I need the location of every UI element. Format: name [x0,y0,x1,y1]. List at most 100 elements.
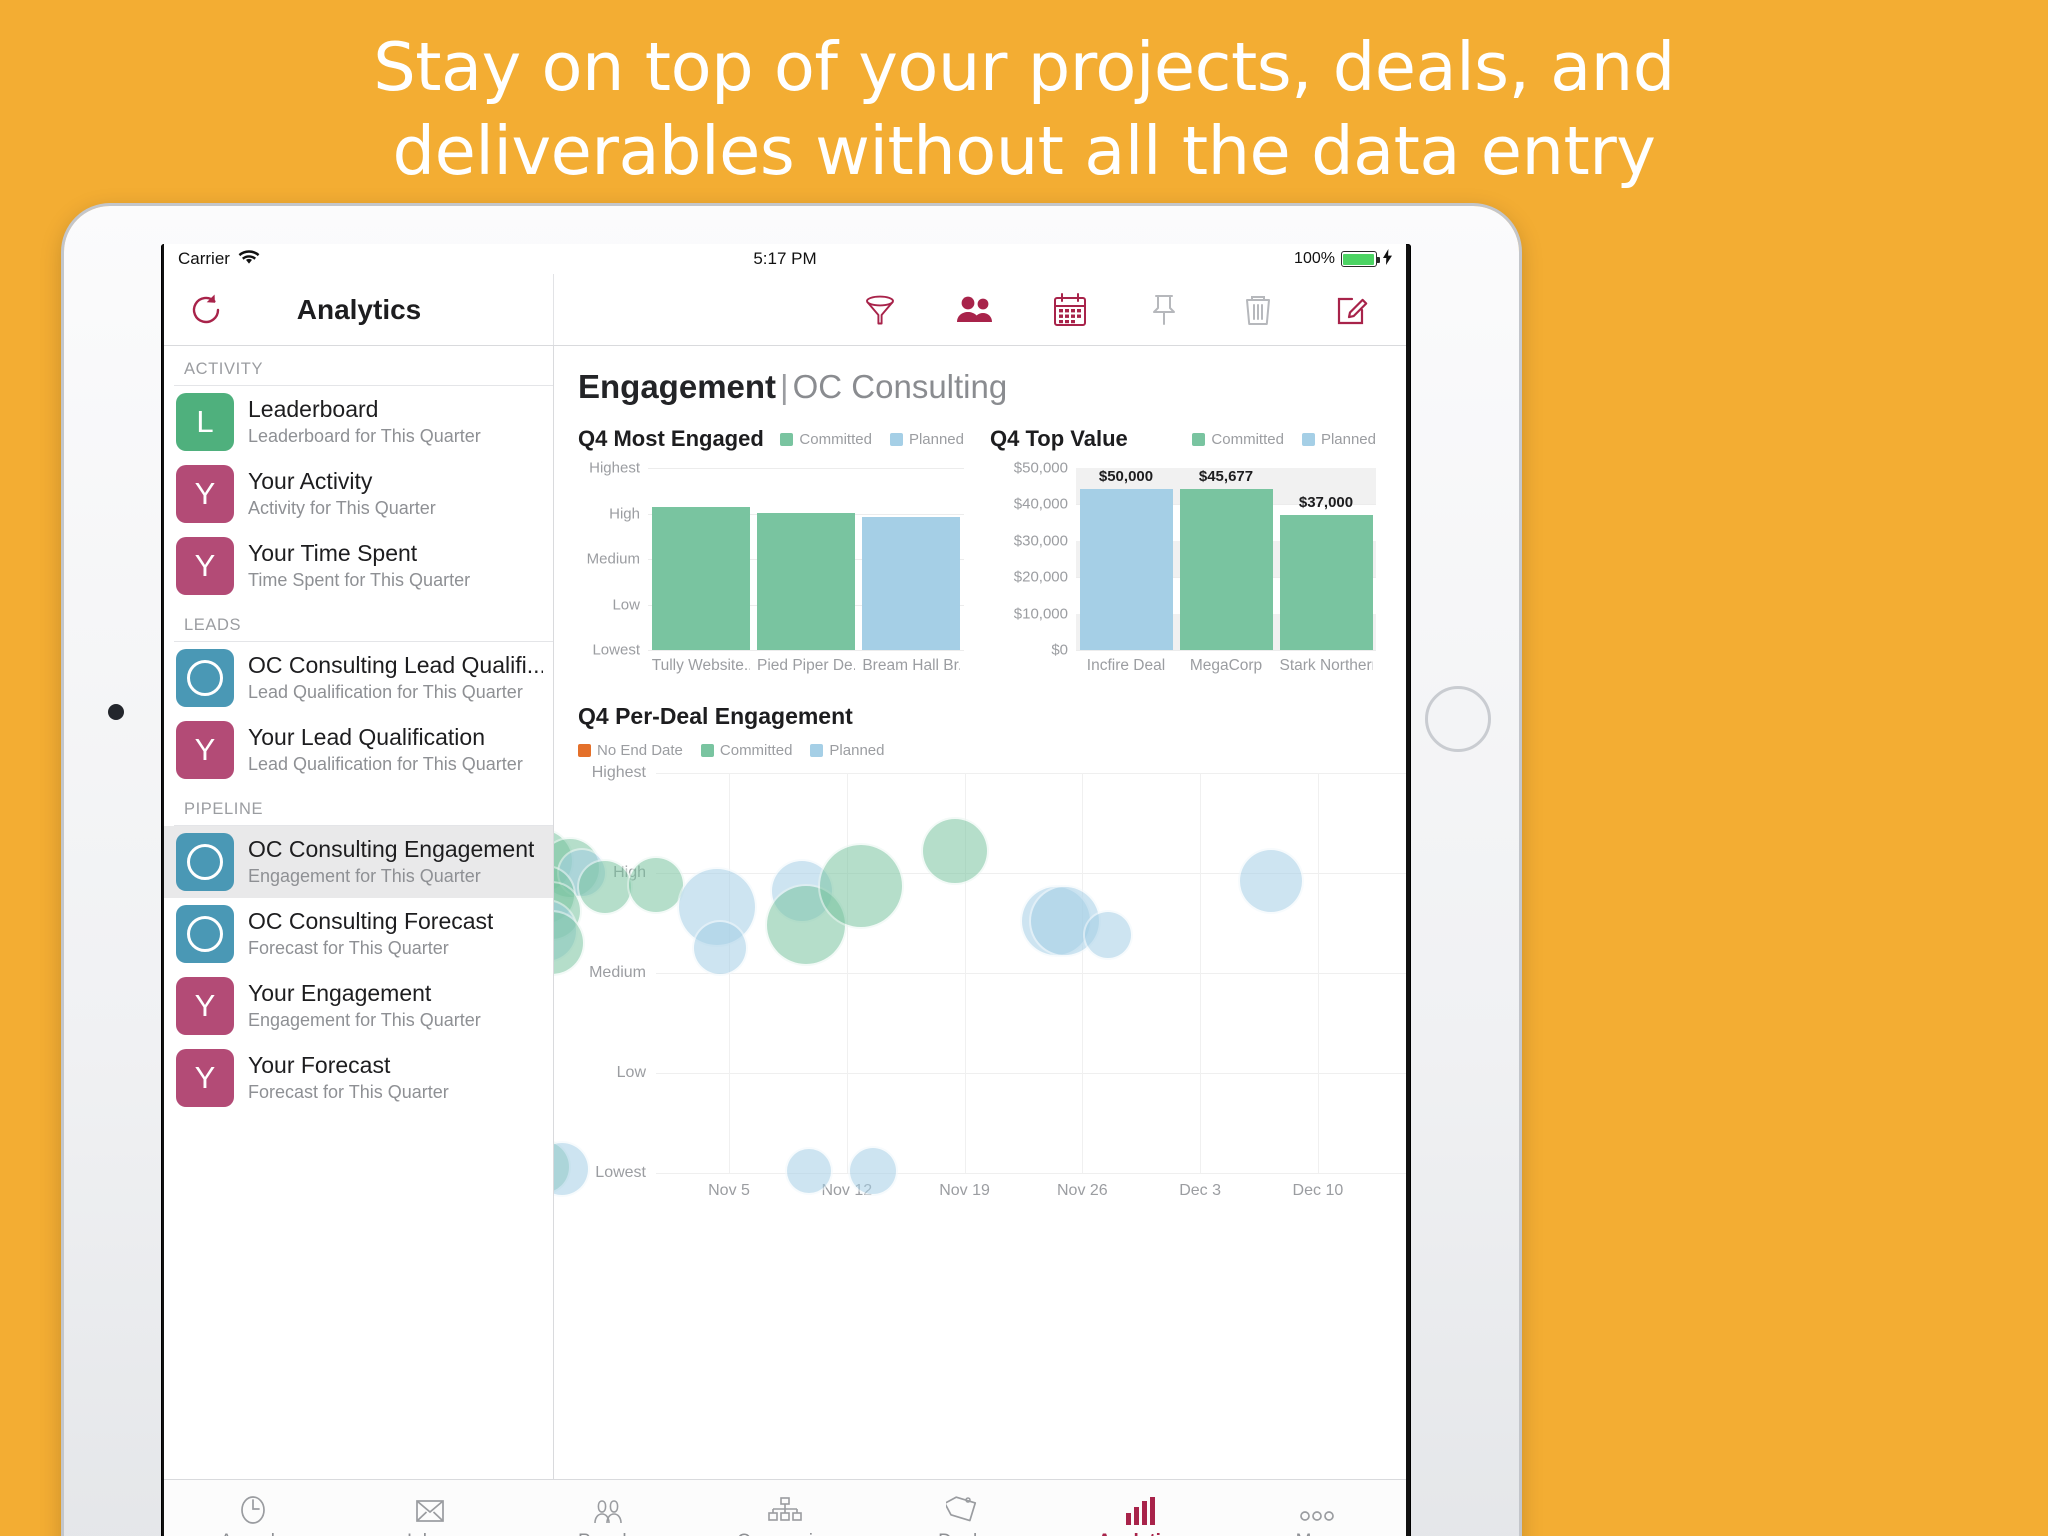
tab-companies[interactable]: Companies [696,1494,873,1536]
battery-icon [1340,251,1380,267]
ellipsis-icon [1298,1494,1336,1526]
tab-bar[interactable]: Agenda Inbox People Companies Deals Analytics… [164,1479,1406,1536]
clock-icon [236,1494,270,1526]
grid-line [1200,773,1202,1173]
app-screen: Carrier 5:17 PM 100% Analytics ACTIVITY … [164,244,1406,1536]
grid-line [656,1173,1406,1174]
bubble-point[interactable] [1237,848,1304,914]
bubble-plot: HighestHighMediumLowLowestNov 5Nov 12Nov… [554,764,1406,1199]
bubble-point[interactable] [1083,910,1134,960]
sidebar-item-label: OC Consulting Lead Qualifi... [248,652,543,679]
sidebar-item-your-engagement[interactable]: Y Your Engagement Engagement for This Quar… [164,970,553,1042]
bubble-point[interactable] [817,843,904,929]
chart-title: Q4 Per-Deal Engagement [578,703,853,729]
battery-percent-label: 100% [1294,250,1335,267]
sidebar-item-label: OC Consulting Engagement [248,836,535,863]
bar-column[interactable] [651,468,750,650]
y-axis-tick-label: Low [616,1064,646,1081]
trash-icon[interactable] [1238,290,1278,330]
legend-label: Committed [799,430,872,448]
bar-column[interactable] [757,468,855,650]
tab-analytics[interactable]: Analytics [1051,1494,1228,1536]
sidebar-item-subtitle: Lead Qualification for This Quarter [248,754,523,775]
x-axis-tick-label: Dec 3 [1179,1182,1222,1199]
people-icon[interactable] [954,290,996,330]
home-button[interactable] [1425,686,1491,752]
tab-people[interactable]: People [519,1494,696,1536]
sidebar-item-badge: L [176,393,234,451]
bubble-point[interactable] [921,817,990,885]
tab-inbox[interactable]: Inbox [341,1494,518,1536]
chart-title: Q4 Top Value [990,426,1128,451]
bar-plot: $50,000 $40,000 $30,000 $20,000 $10,000 $0 $50… [1014,460,1376,659]
sidebar-item-oc-consulting-lead-qualifi[interactable]: OC Consulting Lead Qualifi... Lead Qualif… [164,642,553,714]
y-axis-tick-label: Low [612,596,640,613]
carrier-label: Carrier [178,249,230,268]
compose-icon[interactable] [1332,290,1372,330]
sidebar-item-badge: Y [176,721,234,779]
bubble-point[interactable] [577,859,634,915]
bubble-point[interactable] [554,1141,590,1197]
legend-label: No End Date [597,742,683,759]
bar-chart-icon [1124,1494,1156,1526]
x-axis-tick-label: Dec 10 [1292,1182,1344,1199]
legend-label: Planned [1320,430,1376,448]
tab-agenda[interactable]: Agenda [164,1494,341,1536]
y-axis-tick-label: Highest [591,764,646,781]
tab-label: More [1296,1531,1339,1536]
calendar-icon[interactable] [1050,290,1090,330]
sidebar-item-badge [176,905,234,963]
sidebar-item-subtitle: Leaderboard for This Quarter [248,426,481,447]
tab-more[interactable]: More [1229,1494,1406,1536]
sidebar-item-badge [176,649,234,707]
y-axis-tick-label: $20,000 [1013,568,1068,586]
sidebar-item-your-activity[interactable]: Y Your Activity Activity for This Quarter [164,458,553,530]
sidebar-item-subtitle: Activity for This Quarter [248,498,436,519]
bar[interactable] [1179,489,1273,650]
y-axis-tick-label: Medium [586,550,640,568]
legend-swatch [1192,432,1206,446]
sidebar-item-badge: Y [176,1049,234,1107]
sidebar-item-your-time-spent[interactable]: Y Your Time Spent Time Spent for This Quar… [164,530,553,602]
bar-column[interactable]: $45,677 [1179,468,1273,650]
tab-label: Deals [938,1531,987,1536]
wifi-icon [238,249,260,270]
sidebar[interactable]: ACTIVITY L Leaderboard Leaderboard for This… [164,346,554,1479]
pin-icon[interactable] [1144,290,1184,330]
filter-icon[interactable] [860,290,900,330]
bar[interactable] [757,513,855,650]
status-time: 5:17 PM [753,249,817,268]
sidebar-section-header: PIPELINE [174,786,553,826]
chart-q4-per-deal-engagement: Q4 Per-Deal Engagement No End Date Commit… [554,703,1406,1199]
tab-label: Agenda [220,1531,286,1536]
bar-column[interactable]: $37,000 [1279,468,1373,650]
bubble-point[interactable] [847,1146,898,1196]
nav-bar: Analytics [164,274,1406,346]
sidebar-item-subtitle: Forecast for This Quarter [248,1082,449,1103]
bar-value-label: $45,677 [1198,468,1254,485]
sidebar-item-your-forecast[interactable]: Y Your Forecast Forecast for This Quarter [164,1042,553,1114]
toolbar [554,274,1406,345]
bar[interactable] [651,507,750,650]
bubble-point[interactable] [691,920,748,976]
x-axis-tick-label: Nov 26 [1056,1182,1108,1199]
chart-q4-top-value: Q4 Top Value Committed Planned $50,000 $40… [990,426,1376,675]
sidebar-item-oc-consulting-forecast[interactable]: OC Consulting Forecast Forecast for This … [164,898,553,970]
bar-column[interactable] [862,468,961,650]
x-axis-tick-label: Pied Piper De... [757,657,855,674]
sidebar-item-leaderboard[interactable]: L Leaderboard Leaderboard for This Quarter [164,386,553,458]
bubble-point[interactable] [785,1147,834,1195]
people-icon [590,1494,626,1526]
bar-column[interactable]: $50,000 [1079,468,1173,650]
tab-deals[interactable]: Deals [874,1494,1051,1536]
bar[interactable] [1079,489,1173,650]
legend-item: No End Date [578,742,683,759]
refresh-icon[interactable] [186,290,226,330]
sidebar-item-oc-consulting-engagement[interactable]: OC Consulting Engagement Engagement for T… [164,826,553,898]
sidebar-item-your-lead-qualification[interactable]: Y Your Lead Qualification Lead Qualificati… [164,714,553,786]
bar[interactable] [862,517,961,650]
bar[interactable] [1279,515,1373,650]
x-axis-tick-label: MegaCorp [1189,657,1263,674]
grid-line [846,773,848,1173]
grid-line [656,973,1406,974]
